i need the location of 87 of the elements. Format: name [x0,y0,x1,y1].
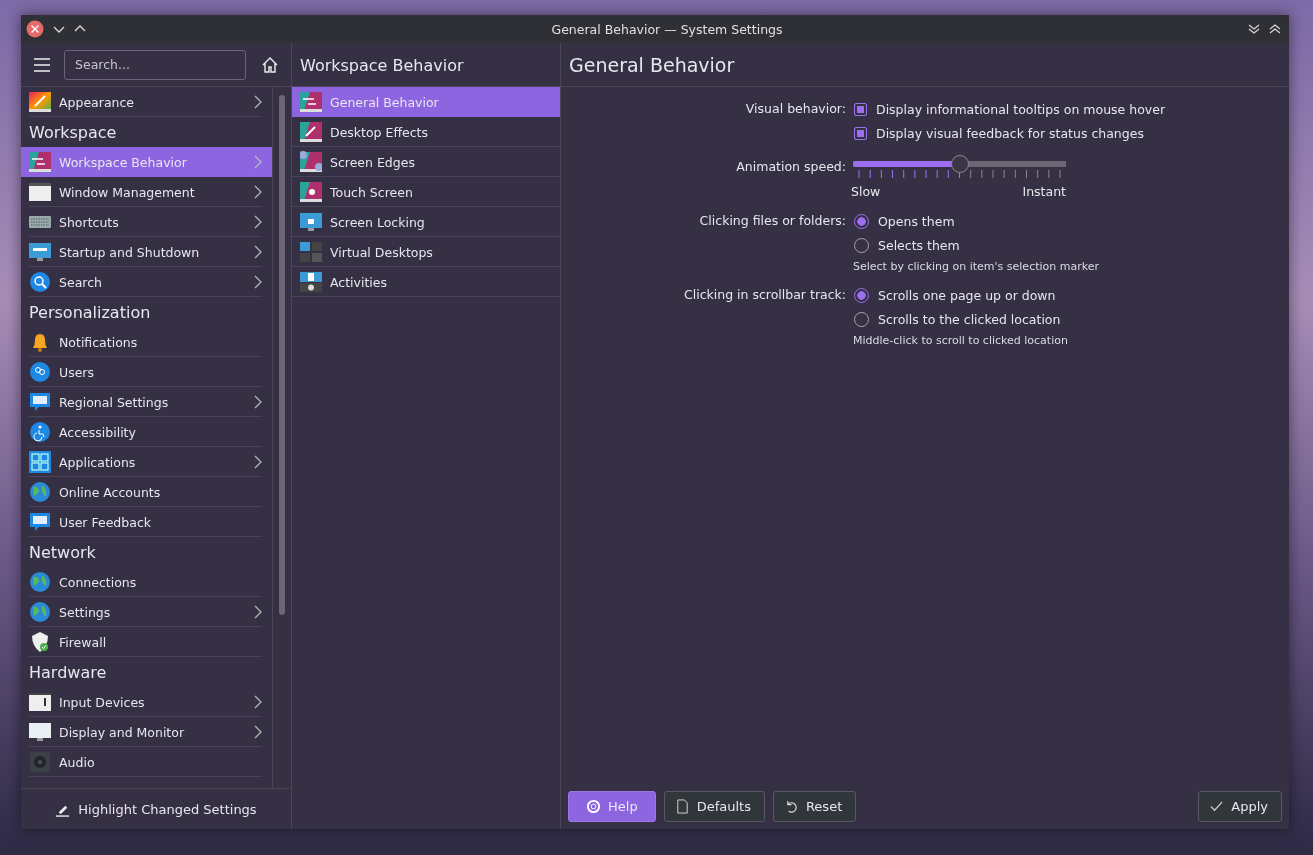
grid-icon [29,451,51,473]
settings-panel-icon [300,91,322,113]
radio-label: Scrolls one page up or down [878,287,1056,303]
desktop-grid-icon [300,241,322,263]
checkmark-icon [1209,799,1225,814]
settings-panel-icon [29,151,51,173]
subcategory-item[interactable]: Desktop Effects [292,117,560,147]
monitor-icon [29,721,51,743]
page-title: General Behavior [561,43,1289,87]
reset-button[interactable]: Reset [772,791,857,822]
lifebuoy-icon [586,799,601,814]
sidebar-item[interactable]: Firewall [21,627,272,657]
sidebar-item[interactable]: Settings [21,597,272,627]
form-label: Animation speed: [735,158,846,176]
checkbox-label: Display visual feedback for status changes [876,125,1144,141]
form-label: Visual behavior: [744,100,846,118]
globe-icon [29,601,51,623]
search-field[interactable]: Search... [64,49,246,80]
defaults-button[interactable]: Defaults [663,791,765,822]
form-label: Clicking files or folders: [698,212,846,230]
radio-label: Opens them [878,213,955,229]
sidebar-item[interactable]: Shortcuts [21,207,272,237]
speaker-icon [29,751,51,773]
checkbox[interactable] [854,126,867,140]
keep-above-icon[interactable] [1269,23,1281,35]
window-title: General Behavior — System Settings [550,21,784,37]
sidebar-item[interactable]: Window Management [21,177,272,207]
shield-icon [29,631,51,653]
sidebar-item[interactable]: Online Accounts [21,477,272,507]
speech-bubble-icon [29,511,51,533]
highlight-changed-settings-button[interactable]: Highlight Changed Settings [49,797,263,821]
section-header: Workspace [28,122,118,144]
document-globe-icon [300,271,322,293]
sidebar-item[interactable]: Startup and Shutdown [21,237,272,267]
section-header: Hardware [28,662,108,684]
subcategory-item[interactable]: Screen Locking [292,207,560,237]
sidebar-item[interactable]: Audio [21,747,272,777]
sidebar-item[interactable]: User Feedback [21,507,272,537]
hint-text: Select by clicking on item's selection marker [853,260,1100,273]
close-icon[interactable] [26,20,44,38]
apply-button[interactable]: Apply [1198,791,1282,822]
settings-panel-icon [300,121,322,143]
slider-min-label: Slow [851,184,881,199]
slider-max-label: Instant [1022,184,1066,199]
globe-icon [29,571,51,593]
radio-label: Scrolls to the clicked location [878,311,1061,327]
accessibility-icon [29,421,51,443]
subcategory-item[interactable]: Virtual Desktops [292,237,560,267]
sidebar-item[interactable]: Notifications [21,327,272,357]
users-icon [29,361,51,383]
form-label: Clicking in scrollbar track: [682,286,846,304]
checkbox-label: Display informational tooltips on mouse hover [876,101,1166,117]
window-icon [29,181,51,203]
speech-bubble-icon [29,391,51,413]
palette-icon [29,91,51,113]
sidebar-item[interactable]: Regional Settings [21,387,272,417]
sidebar-item[interactable]: Search [21,267,272,297]
keep-below-icon[interactable] [1248,23,1260,35]
window-icon [29,691,51,713]
menu-icon[interactable] [34,57,50,72]
globe-icon [29,481,51,503]
sidebar-item[interactable]: Appearance [21,87,272,117]
sidebar-item[interactable]: Input Devices [21,687,272,717]
radio-label: Selects them [878,237,960,253]
sidebar-item[interactable]: Applications [21,447,272,477]
subcategory-item[interactable]: Activities [292,267,560,297]
monitor-icon [300,211,322,233]
checkbox[interactable] [854,102,867,116]
sidebar-item[interactable]: Connections [21,567,272,597]
settings-panel-icon [300,181,322,203]
subcategory-item[interactable]: Touch Screen [292,177,560,207]
radio-button[interactable] [854,287,869,303]
search-icon [29,271,51,293]
radio-button[interactable] [854,213,869,229]
document-icon [674,799,690,814]
home-icon[interactable] [261,55,279,74]
slider-handle[interactable] [950,155,969,173]
sidebar-item[interactable]: Users [21,357,272,387]
section-header: Personalization [28,302,152,324]
section-header: Network [28,542,97,564]
settings-panel-icon [300,151,322,173]
subcategory-item[interactable]: Screen Edges [292,147,560,177]
hint-text: Middle-click to scroll to clicked location [853,334,1069,347]
sidebar-item[interactable]: Display and Monitor [21,717,272,747]
sidebar-item[interactable]: Accessibility [21,417,272,447]
scrollbar-thumb[interactable] [279,95,285,615]
monitor-icon [29,241,51,263]
